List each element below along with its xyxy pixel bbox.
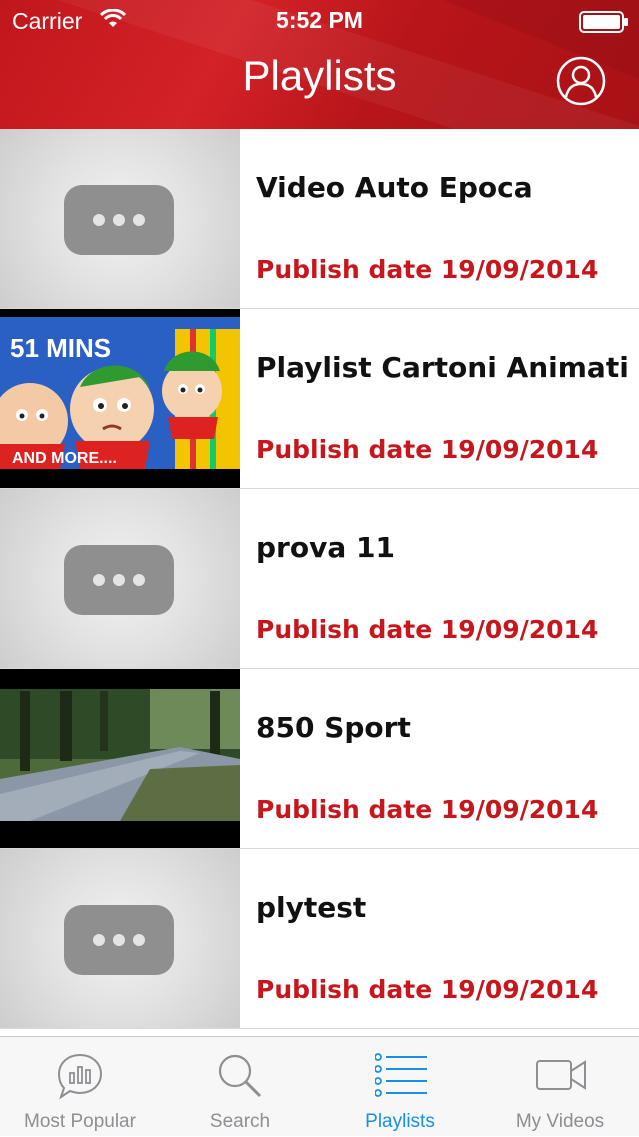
ellipsis-icon <box>64 545 174 615</box>
tab-label: Most Popular <box>24 1111 136 1132</box>
tab-label: Search <box>209 1111 271 1132</box>
playlist-row[interactable]: Video Auto Epoca Publish date 19/09/2014 <box>0 129 639 309</box>
publish-date: Publish date 19/09/2014 <box>256 255 599 284</box>
playlist-thumbnail <box>0 849 240 1028</box>
tab-label: Playlists <box>365 1111 435 1132</box>
user-circle-icon <box>556 56 606 106</box>
ellipsis-icon <box>64 185 174 255</box>
playlist-title: plytest <box>256 891 367 924</box>
playlist-title: prova 11 <box>256 531 395 564</box>
playlist-list: Video Auto Epoca Publish date 19/09/2014 <box>0 129 639 1029</box>
status-bar: Carrier 5:52 PM <box>0 0 639 40</box>
tab-most-popular[interactable]: Most Popular <box>0 1037 160 1137</box>
list-icon <box>375 1053 427 1097</box>
ellipsis-icon <box>64 905 174 975</box>
publish-date: Publish date 19/09/2014 <box>256 435 599 464</box>
cartoon-thumbnail-image: 51 MINS AND MORE.... <box>0 309 240 488</box>
publish-date: Publish date 19/09/2014 <box>256 795 599 824</box>
playlist-thumbnail <box>0 489 240 668</box>
playlist-row[interactable]: prova 11 Publish date 19/09/2014 <box>0 489 639 669</box>
playlist-thumbnail <box>0 129 240 308</box>
search-icon <box>218 1054 262 1098</box>
publish-date: Publish date 19/09/2014 <box>256 615 599 644</box>
playlist-title: 850 Sport <box>256 711 411 744</box>
publish-date: Publish date 19/09/2014 <box>256 975 599 1004</box>
tab-playlists[interactable]: Playlists <box>320 1037 480 1137</box>
tab-search[interactable]: Search <box>160 1037 320 1137</box>
page-title: Playlists <box>242 52 397 99</box>
tab-my-videos[interactable]: My Videos <box>480 1037 639 1137</box>
thumb-caption-top: 51 MINS <box>10 333 111 363</box>
video-camera-icon <box>536 1060 586 1090</box>
status-time: 5:52 PM <box>276 7 363 33</box>
playlist-row[interactable]: 850 Sport Publish date 19/09/2014 <box>0 669 639 849</box>
tab-bar: Most Popular Search Playlists My Videos <box>0 1036 639 1136</box>
playlist-thumbnail: 51 MINS AND MORE.... <box>0 309 240 488</box>
playlist-row[interactable]: plytest Publish date 19/09/2014 <box>0 849 639 1029</box>
playlist-row[interactable]: 51 MINS AND MORE.... Playlist Cartoni An… <box>0 309 639 489</box>
chat-chart-icon <box>57 1053 103 1100</box>
road-thumbnail-image <box>0 669 240 848</box>
nav-header: Carrier 5:52 PM Playlists <box>0 0 639 129</box>
playlist-thumbnail <box>0 669 240 848</box>
thumb-caption-bottom: AND MORE.... <box>12 450 117 467</box>
profile-button[interactable] <box>556 56 606 106</box>
playlist-title: Playlist Cartoni Animati <box>256 351 629 384</box>
tab-label: My Videos <box>515 1111 605 1132</box>
battery-icon <box>579 11 628 33</box>
playlist-title: Video Auto Epoca <box>256 171 533 204</box>
